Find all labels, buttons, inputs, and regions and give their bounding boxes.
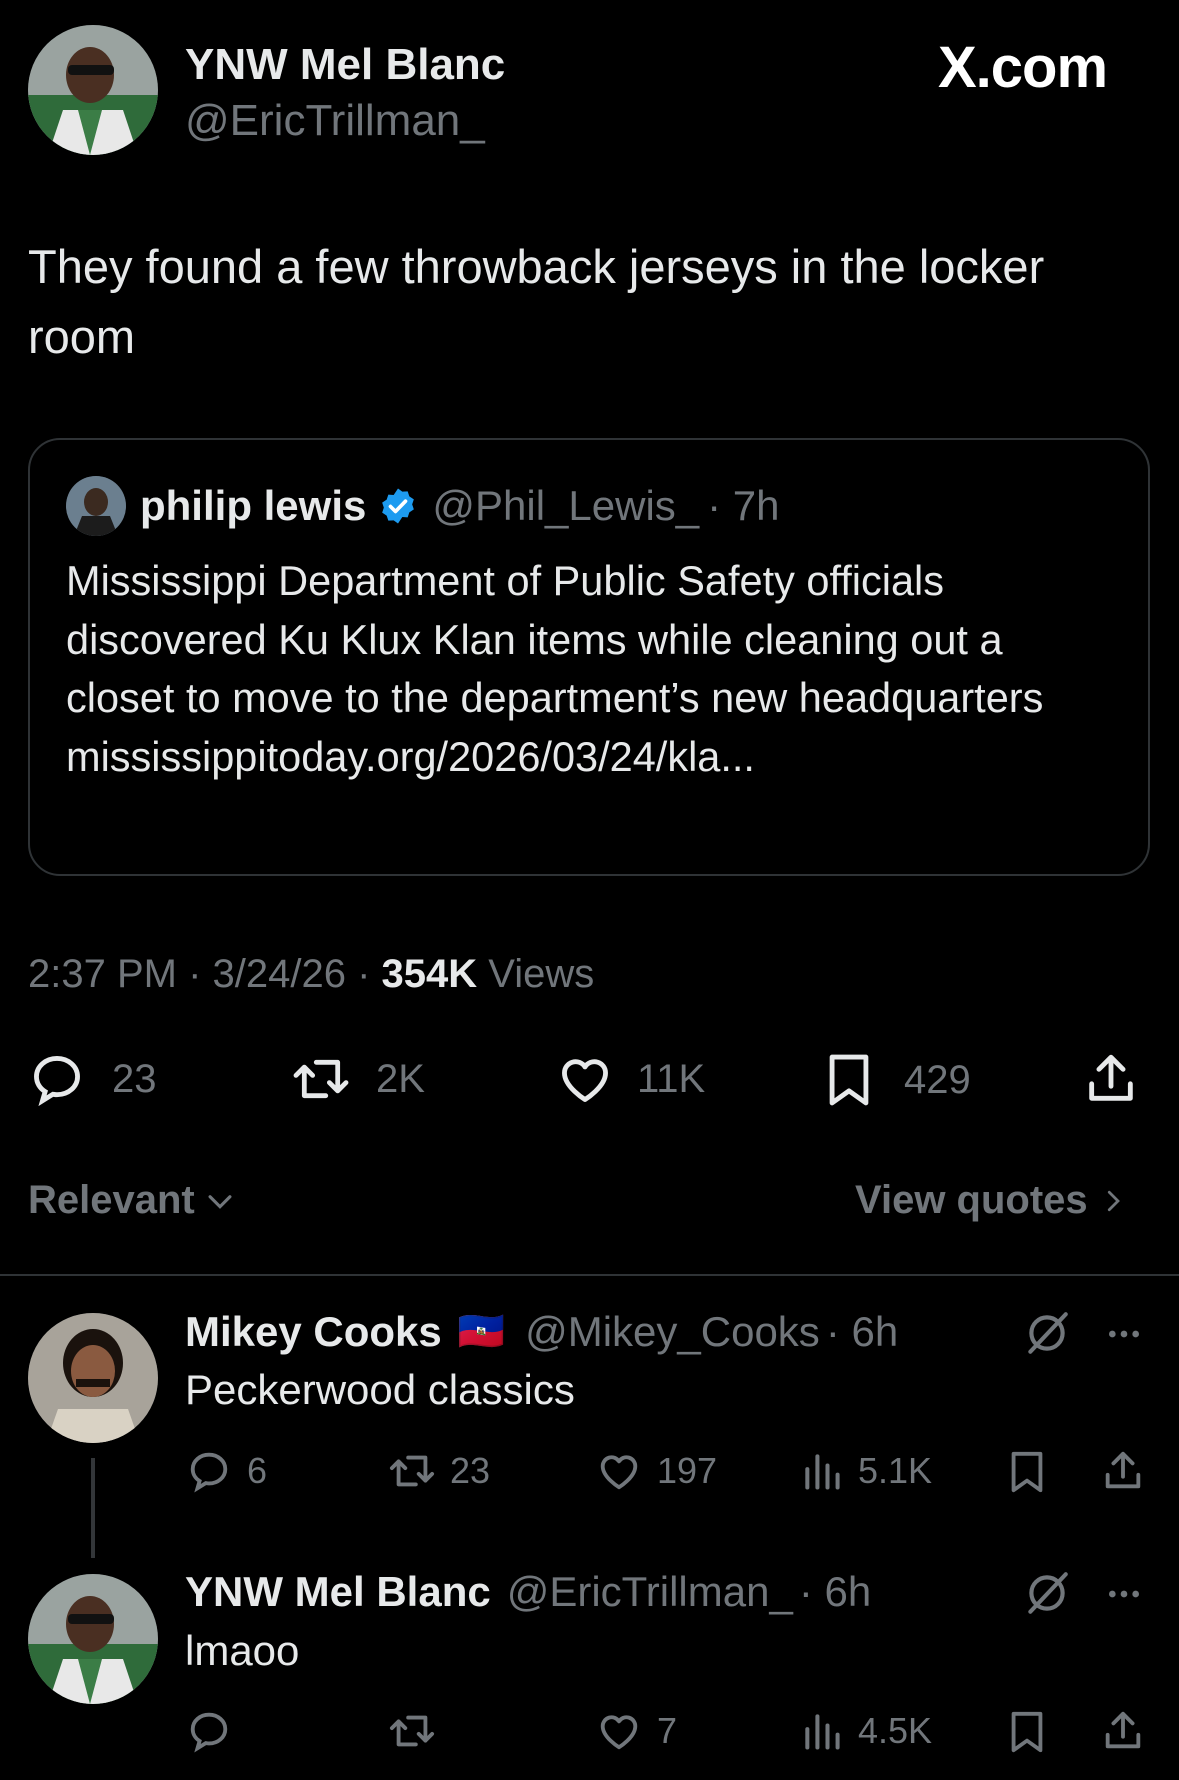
bookmark-icon — [820, 1050, 878, 1110]
views-bar-chart-icon — [800, 1448, 844, 1494]
views-label: Views — [477, 952, 595, 996]
reply-reply-button[interactable] — [185, 1708, 247, 1754]
reply-avatar[interactable] — [28, 1574, 158, 1704]
grok-icon[interactable] — [1022, 1568, 1072, 1618]
views-count: 354K — [381, 952, 478, 996]
flag-emoji: 🇭🇹 — [457, 1311, 506, 1353]
reply-retweet-button[interactable]: 23 — [386, 1448, 490, 1494]
reply-like-count: 197 — [657, 1450, 718, 1491]
reply-bookmark-icon[interactable] — [1004, 1708, 1050, 1756]
reply-author-handle[interactable]: @Mikey_Cooks — [525, 1308, 820, 1356]
reply-author-name[interactable]: Mikey Cooks — [185, 1308, 442, 1356]
reply-time[interactable]: · 6h — [826, 1308, 898, 1356]
view-quotes-label: View quotes — [855, 1178, 1088, 1222]
share-icon — [1082, 1050, 1140, 1108]
heart-icon — [555, 1050, 615, 1108]
like-button[interactable]: 11K — [555, 1050, 705, 1108]
share-button[interactable] — [1082, 1050, 1140, 1108]
retweet-icon — [386, 1708, 438, 1754]
author-avatar[interactable] — [28, 25, 158, 155]
reply-like-button[interactable]: 197 — [595, 1448, 717, 1494]
quote-time[interactable]: · 7h — [707, 482, 779, 530]
retweet-button[interactable]: 2K — [290, 1050, 425, 1108]
reply-bookmark-icon[interactable] — [1004, 1448, 1050, 1496]
bookmark-count: 429 — [904, 1057, 971, 1102]
heart-icon — [595, 1708, 643, 1754]
grok-icon[interactable] — [1022, 1308, 1072, 1358]
views-bar-chart-icon — [800, 1708, 844, 1754]
chevron-down-icon — [203, 1184, 237, 1218]
sort-label: Relevant — [28, 1178, 195, 1222]
reply-retweet-count: 23 — [450, 1450, 491, 1491]
view-quotes-link[interactable]: View quotes — [855, 1178, 1128, 1223]
reply-avatar[interactable] — [28, 1313, 158, 1443]
reply-author-name[interactable]: YNW Mel Blanc — [185, 1568, 491, 1616]
thread-line — [91, 1458, 95, 1558]
reply-views-button[interactable]: 5.1K — [800, 1448, 932, 1494]
reply-like-button[interactable]: 7 — [595, 1708, 677, 1754]
retweet-count: 2K — [376, 1056, 425, 1101]
bookmark-button[interactable]: 429 — [820, 1050, 971, 1110]
reply-retweet-button[interactable] — [386, 1708, 450, 1754]
sort-dropdown[interactable]: Relevant — [28, 1178, 237, 1223]
reply-time[interactable]: · 6h — [799, 1568, 871, 1616]
retweet-icon — [290, 1050, 352, 1108]
retweet-icon — [386, 1448, 438, 1494]
more-options-icon[interactable] — [1102, 1574, 1146, 1614]
author-handle[interactable]: @EricTrillman_ — [185, 96, 485, 146]
reply-reply-count: 6 — [247, 1450, 268, 1491]
reply-text: Peckerwood classics — [185, 1366, 575, 1413]
reply-author-handle[interactable]: @EricTrillman_ — [507, 1568, 793, 1616]
reply-share-icon[interactable] — [1100, 1448, 1146, 1494]
heart-icon — [595, 1448, 643, 1494]
quote-text: Mississippi Department of Public Safety … — [66, 557, 1044, 780]
reply-like-count: 7 — [657, 1710, 678, 1751]
x-logo-watermark: X.com — [938, 35, 1108, 100]
reply-views-count: 4.5K — [858, 1710, 933, 1751]
section-divider — [0, 1274, 1179, 1276]
verified-badge-icon — [378, 486, 418, 526]
chevron-right-icon — [1098, 1184, 1128, 1218]
quote-author-name[interactable]: philip lewis — [140, 482, 366, 530]
reply-count: 23 — [112, 1056, 157, 1101]
like-count: 11K — [637, 1056, 706, 1101]
reply-icon — [185, 1448, 233, 1494]
quote-avatar[interactable] — [66, 476, 126, 536]
author-name[interactable]: YNW Mel Blanc — [185, 40, 505, 90]
quote-author-handle[interactable]: @Phil_Lewis_ — [432, 482, 699, 530]
reply-icon — [28, 1050, 86, 1108]
reply-text: lmaoo — [185, 1627, 300, 1674]
more-options-icon[interactable] — [1102, 1314, 1146, 1354]
reply-views-button[interactable]: 4.5K — [800, 1708, 932, 1754]
tweet-timestamp[interactable]: 2:37 PM · 3/24/26 · — [28, 952, 382, 996]
reply-views-count: 5.1K — [858, 1450, 933, 1491]
reply-icon — [185, 1708, 233, 1754]
tweet-text: They found a few throwback jerseys in th… — [28, 240, 1045, 363]
reply-reply-button[interactable]: 6 — [185, 1448, 267, 1494]
reply-button[interactable]: 23 — [28, 1050, 157, 1108]
reply-share-icon[interactable] — [1100, 1708, 1146, 1754]
